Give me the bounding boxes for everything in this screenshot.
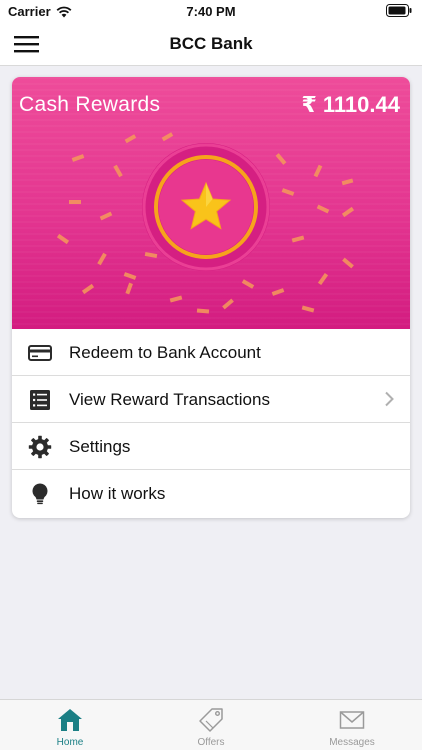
home-icon bbox=[58, 709, 82, 731]
gear-icon bbox=[28, 435, 52, 459]
lightbulb-icon bbox=[32, 483, 48, 505]
tab-bar: Home Offers Messages bbox=[0, 699, 422, 750]
tab-offers-label: Offers bbox=[197, 737, 225, 748]
status-time: 7:40 PM bbox=[186, 4, 236, 19]
rewards-amount: ₹ 1110.44 bbox=[301, 92, 400, 117]
nav-title: BCC Bank bbox=[169, 34, 253, 53]
tab-messages[interactable]: Messages bbox=[282, 700, 422, 750]
how-it-works-row[interactable]: How it works bbox=[12, 470, 410, 517]
battery-icon bbox=[386, 4, 412, 20]
credit-card-icon bbox=[28, 345, 52, 361]
redeem-to-bank-label: Redeem to Bank Account bbox=[69, 343, 261, 362]
tab-home[interactable]: Home bbox=[0, 700, 140, 750]
view-reward-transactions-row[interactable]: View Reward Transactions bbox=[12, 376, 410, 423]
view-reward-transactions-label: View Reward Transactions bbox=[69, 390, 270, 409]
list-icon bbox=[30, 390, 50, 410]
rewards-menu: Redeem to Bank Account View Reward Trans… bbox=[12, 329, 410, 517]
rewards-title: Cash Rewards bbox=[19, 93, 161, 116]
settings-row[interactable]: Settings bbox=[12, 423, 410, 470]
envelope-icon bbox=[339, 711, 365, 729]
how-it-works-label: How it works bbox=[69, 484, 166, 503]
rewards-banner: Cash Rewards ₹ 1110.44 bbox=[12, 77, 410, 329]
nav-bar: BCC Bank bbox=[0, 22, 422, 66]
star-icon bbox=[180, 181, 232, 230]
tab-home-label: Home bbox=[56, 737, 84, 748]
settings-label: Settings bbox=[69, 437, 131, 456]
rewards-card: Cash Rewards ₹ 1110.44 Redeem to Bank Ac… bbox=[12, 77, 410, 518]
redeem-to-bank-row[interactable]: Redeem to Bank Account bbox=[12, 329, 410, 376]
status-bar: Carrier 7:40 PM bbox=[0, 0, 422, 22]
tab-offers[interactable]: Offers bbox=[141, 700, 281, 750]
tag-icon bbox=[199, 708, 223, 732]
chevron-right-icon bbox=[385, 391, 394, 407]
tab-messages-label: Messages bbox=[329, 737, 375, 748]
